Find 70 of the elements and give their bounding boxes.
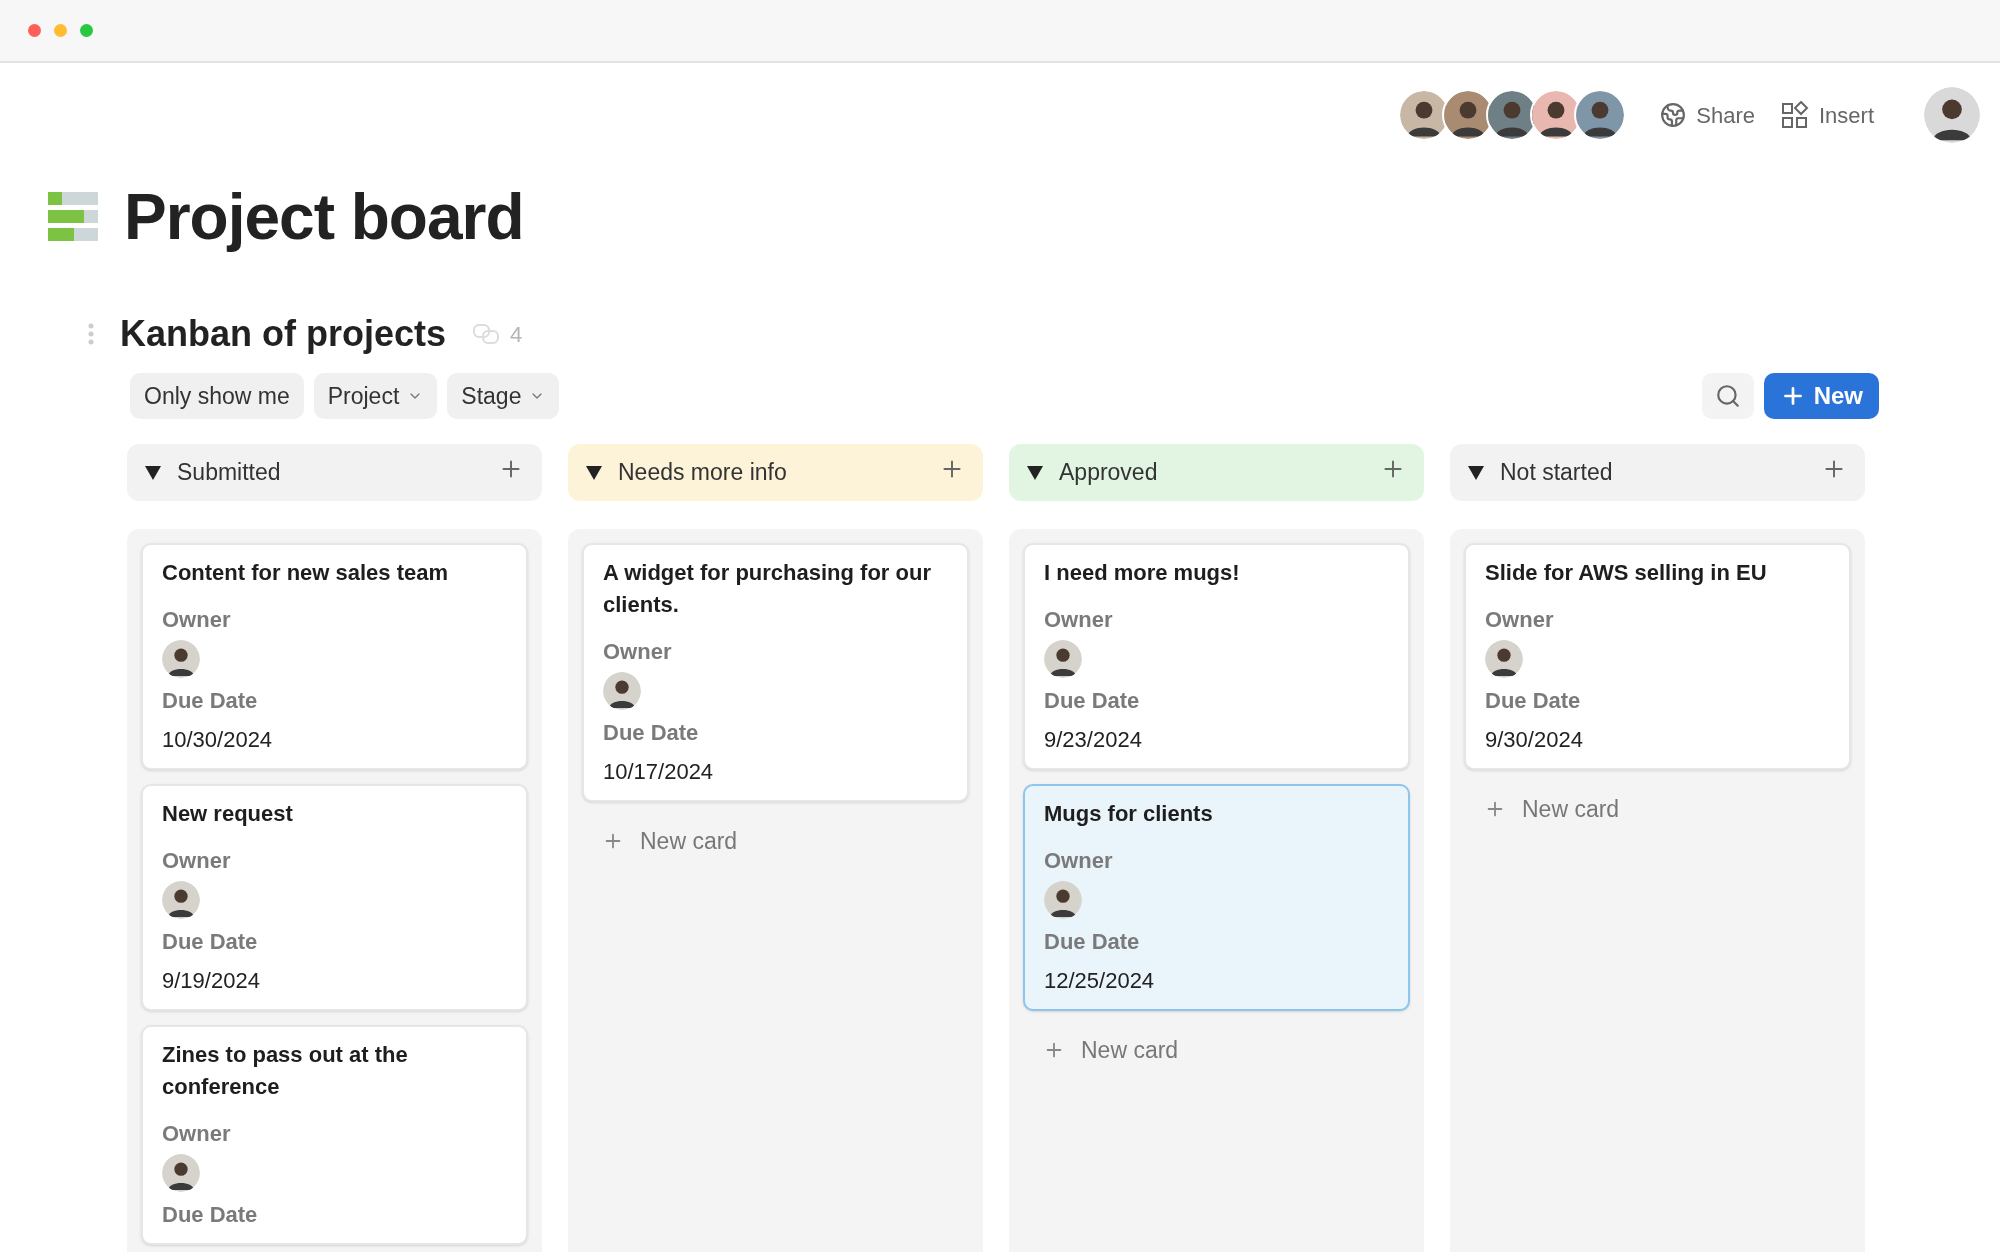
collapse-triangle-icon[interactable] (145, 465, 161, 480)
card-title: Mugs for clients (1044, 800, 1214, 828)
due-date-label: Due Date (162, 1201, 259, 1229)
owner-label: Owner (162, 847, 232, 875)
due-date: 9/30/2024 (1485, 726, 1584, 754)
collapse-triangle-icon[interactable] (1468, 465, 1484, 480)
search-icon (1714, 383, 1741, 409)
new-button[interactable]: New (1763, 373, 1879, 419)
project-card[interactable]: Content for new sales team Owner Due Date 10/30/2024 (141, 543, 528, 770)
project-card[interactable]: Zines to pass out at the conference Owner Due Date (141, 1025, 528, 1245)
owner-avatar (162, 1154, 200, 1192)
filter-chip[interactable]: Stage (447, 373, 560, 419)
card-title: Content for new sales team (162, 559, 450, 587)
project-card[interactable]: New request Owner Due Date 9/19/2024 (141, 784, 528, 1011)
owner-avatar (1044, 640, 1082, 678)
new-card-button[interactable]: New card (582, 816, 758, 867)
search-button[interactable] (1701, 373, 1754, 419)
due-date: 9/23/2024 (1044, 726, 1143, 754)
globe-icon (1660, 102, 1687, 128)
due-date: 12/25/2024 (1044, 967, 1156, 995)
due-date-label: Due Date (603, 719, 700, 747)
share-button[interactable]: Share (1660, 98, 1755, 132)
owner-avatar (1044, 881, 1082, 919)
collapse-triangle-icon[interactable] (586, 465, 602, 480)
project-card[interactable]: I need more mugs! Owner Due Date 9/23/2024 (1023, 543, 1410, 770)
card-title: New request (162, 800, 294, 828)
column-title: Approved (1059, 458, 1158, 488)
filter-chip[interactable]: Only show me (130, 373, 304, 419)
due-date-label: Due Date (162, 687, 259, 715)
owner-label: Owner (162, 1120, 232, 1148)
due-date: 10/17/2024 (603, 758, 715, 786)
project-card[interactable]: Mugs for clients Owner Due Date 12/25/2024 (1023, 784, 1410, 1011)
window-control[interactable] (28, 24, 41, 37)
owner-label: Owner (1044, 847, 1114, 875)
column-title: Submitted (177, 458, 281, 488)
column-title: Needs more info (618, 458, 787, 488)
owner-label: Owner (162, 606, 232, 634)
due-date: 9/19/2024 (162, 967, 261, 995)
owner-avatar (162, 640, 200, 678)
user-avatar (1924, 87, 1980, 143)
project-card[interactable]: A widget for purchasing for our clients. Owner Due Date 10/17/2024 (582, 543, 969, 802)
board-title: Kanban of projects (120, 312, 447, 356)
owner-avatar (1485, 640, 1523, 678)
owner-avatar (162, 881, 200, 919)
owner-label: Owner (1485, 606, 1555, 634)
card-title: Zines to pass out at the conference (162, 1041, 409, 1101)
drag-handle-icon[interactable] (88, 323, 94, 345)
linked-count: 4 (510, 320, 523, 349)
due-date: 10/30/2024 (162, 726, 274, 754)
card-title: A widget for purchasing for our clients. (603, 559, 932, 619)
due-date-label: Due Date (162, 928, 259, 956)
due-date-label: Due Date (1485, 687, 1582, 715)
collapse-triangle-icon[interactable] (1027, 465, 1043, 480)
board-icon (48, 192, 98, 242)
insert-button[interactable]: Insert (1780, 98, 1874, 132)
shapes-icon (1780, 101, 1809, 129)
due-date-label: Due Date (1044, 687, 1141, 715)
project-card[interactable]: Slide for AWS selling in EU Owner Due Date 9/30/2024 (1464, 543, 1851, 770)
due-date-label: Due Date (1044, 928, 1141, 956)
filter-chip[interactable]: Project (313, 373, 438, 419)
card-title: Slide for AWS selling in EU (1485, 559, 1768, 587)
owner-label: Owner (603, 638, 673, 666)
owner-avatar (603, 672, 641, 710)
card-title: I need more mugs! (1044, 559, 1241, 587)
owner-label: Owner (1044, 606, 1114, 634)
page-title: Project board (124, 180, 524, 255)
new-card-button[interactable]: New card (1023, 1025, 1199, 1076)
column-title: Not started (1500, 458, 1613, 488)
link-icon (472, 323, 501, 345)
new-card-button[interactable]: New card (1464, 784, 1640, 835)
